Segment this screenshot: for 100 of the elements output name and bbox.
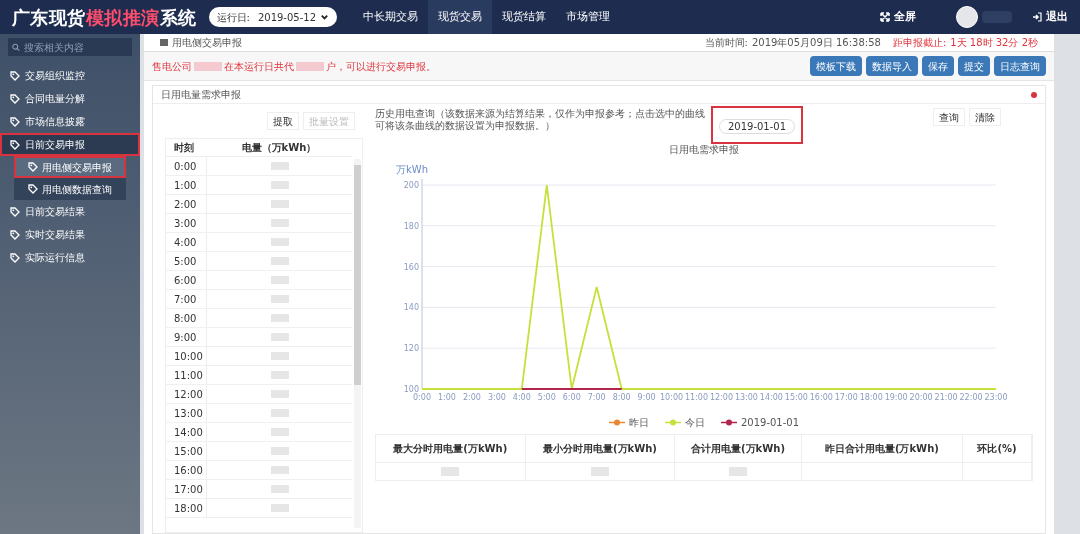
column-header: 电量（万kWh）	[240, 141, 318, 155]
toolbar-button[interactable]: 数据导入	[866, 56, 918, 76]
redacted-block	[270, 238, 289, 246]
x-tick: 20:00	[909, 393, 933, 402]
x-tick: 0:00	[413, 393, 431, 402]
redacted-block	[270, 200, 289, 208]
column-header: 昨日合计用电量(万kWh)	[801, 435, 963, 462]
clock-label: 当前时间:	[704, 36, 748, 50]
deadline-value: 1天 18时 32分 2秒	[950, 36, 1038, 50]
table-cell-text: 12:00	[173, 387, 204, 402]
sidebar-item[interactable]: 交易组织监控	[0, 64, 140, 87]
table-cell-text: 16:00	[173, 463, 204, 478]
fullscreen-button[interactable]: 全屏	[880, 8, 916, 26]
sidebar-item[interactable]: 合同电量分解	[0, 87, 140, 110]
x-tick: 4:00	[512, 393, 531, 402]
toolbar-button[interactable]: 日志查询	[994, 56, 1046, 76]
sidebar-item[interactable]: 实时交易结果	[0, 223, 140, 246]
tag-icon	[28, 162, 38, 172]
logout-button[interactable]: 退出	[1032, 8, 1068, 26]
redacted-block	[296, 61, 324, 71]
x-tick: 6:00	[562, 393, 581, 402]
chevron-down-icon	[320, 12, 330, 22]
x-tick: 22:00	[959, 393, 983, 402]
table-cell-text: 5:00	[173, 254, 198, 269]
sidebar-subitem[interactable]: 用电侧数据查询	[14, 178, 126, 200]
redacted-block	[270, 409, 289, 417]
search-icon	[12, 42, 21, 52]
table-cell-text: 9:00	[173, 330, 198, 345]
tag-icon	[10, 252, 20, 263]
sidebar-item[interactable]: 实际运行信息	[0, 246, 140, 269]
column-header: 最大分时用电量(万kWh)	[376, 435, 526, 462]
x-tick: 21:00	[934, 393, 958, 402]
table-action-button[interactable]: 提取	[267, 112, 299, 130]
y-axis-label: 万kWh	[396, 164, 429, 175]
x-tick: 19:00	[884, 393, 908, 402]
nav-tab[interactable]: 现货交易	[428, 0, 493, 34]
x-tick: 8:00	[612, 393, 631, 402]
column-header: 时刻	[173, 141, 195, 155]
panel-title: 日用电量需求申报	[161, 88, 241, 102]
y-tick: 200	[403, 181, 419, 190]
x-tick: 1:00	[437, 393, 456, 402]
sidebar-item[interactable]: 市场信息披露	[0, 110, 140, 133]
notice-text: 售电公司	[152, 59, 192, 74]
x-tick: 17:00	[834, 393, 858, 402]
legend-label: 昨日	[628, 416, 649, 430]
x-tick: 7:00	[587, 393, 606, 402]
toolbar-button[interactable]: 模板下载	[810, 56, 862, 76]
tag-icon	[10, 93, 20, 104]
nav-tab[interactable]: 市场管理	[556, 0, 621, 34]
history-note: 历史用电查询（该数据来源为结算结果，仅作为申报参考；点击选中的曲线可将该条曲线的数据设置为申报数据。）	[375, 108, 705, 132]
nav-tab[interactable]: 现货结算	[492, 0, 557, 34]
tag-icon	[10, 70, 20, 81]
table-cell-text: 10:00	[173, 349, 204, 364]
redacted-block	[270, 504, 289, 512]
y-tick: 140	[403, 303, 419, 313]
y-tick: 180	[403, 221, 419, 231]
scrollbar[interactable]	[354, 159, 361, 528]
table-cell-text: 11:00	[173, 368, 204, 383]
tag-icon	[10, 229, 20, 240]
redacted-block	[270, 371, 289, 379]
sidebar-subitem[interactable]: 用电侧交易申报	[14, 156, 126, 178]
nav-tab[interactable]: 中长期交易	[353, 0, 429, 34]
toolbar-button[interactable]: 提交	[958, 56, 990, 76]
x-tick: 2:00	[462, 393, 481, 402]
date-field[interactable]: 2019-01-01	[719, 119, 795, 134]
notice-text: 户，可以进行交易申报。	[326, 59, 436, 74]
search-field[interactable]: 搜索相关内容	[8, 38, 132, 56]
redacted-block	[270, 485, 289, 493]
x-tick: 11:00	[685, 393, 709, 402]
table-cell-text: 6:00	[173, 273, 198, 288]
y-tick: 160	[403, 262, 419, 272]
expand-icon	[880, 12, 890, 22]
redacted-block	[270, 352, 289, 360]
deadline-label: 距申报截止:	[892, 36, 947, 50]
toolbar-button[interactable]: 保存	[922, 56, 954, 76]
query-button[interactable]: 查询	[933, 108, 965, 126]
table-cell-text: 1:00	[173, 178, 198, 193]
sidebar-item[interactable]: 日前交易结果	[0, 200, 140, 223]
avatar[interactable]	[956, 6, 978, 28]
column-header: 合计用电量(万kWh)	[675, 435, 802, 462]
redacted-block	[270, 466, 289, 474]
table-cell-text: 4:00	[173, 235, 198, 250]
chart-title: 日用电需求申报	[669, 143, 739, 157]
search-input[interactable]: 搜索相关内容	[24, 39, 128, 55]
x-tick: 23:00	[984, 393, 1008, 402]
run-day-select[interactable]: 运行日: 2019-05-12	[208, 7, 338, 27]
redacted-block	[270, 181, 289, 189]
redacted-block	[270, 162, 289, 170]
redacted-block	[270, 447, 289, 455]
legend-label: 2019-01-01	[740, 416, 800, 430]
x-tick: 10:00	[660, 393, 684, 402]
tag-icon	[10, 139, 20, 150]
tag-icon	[10, 206, 20, 217]
redacted-block	[270, 390, 289, 398]
sidebar-item[interactable]: 日前交易申报	[0, 133, 140, 156]
redacted-block	[270, 257, 289, 265]
query-button[interactable]: 清除	[969, 108, 1001, 126]
x-tick: 5:00	[537, 393, 556, 402]
notice-text: 在本运行日共代	[224, 59, 294, 74]
clock-value: 2019年05月09日 16:38:58	[751, 36, 881, 50]
